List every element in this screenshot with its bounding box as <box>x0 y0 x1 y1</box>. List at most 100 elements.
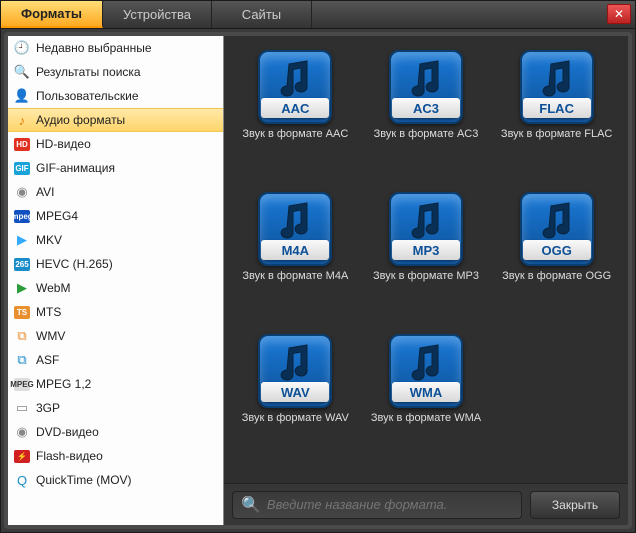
sidebar-item-wmv[interactable]: ⧉ WMV <box>8 324 223 348</box>
tab-bar: ФорматыУстройстваСайты ✕ <box>1 1 635 29</box>
close-button[interactable]: Закрыть <box>530 491 620 519</box>
sidebar-item-mts[interactable]: TS MTS <box>8 300 223 324</box>
format-item-wav[interactable]: WAV Звук в формате WAV <box>242 334 349 454</box>
tab-устройства[interactable]: Устройства <box>103 1 212 28</box>
format-item-ac3[interactable]: AC3 Звук в формате AC3 <box>374 50 479 170</box>
sidebar-item-3gp[interactable]: ▭ 3GP <box>8 396 223 420</box>
format-tile: M4A <box>258 192 332 266</box>
sidebar-item-label: GIF-анимация <box>36 161 115 175</box>
mpeg4-icon: mpeg <box>14 208 30 224</box>
sidebar-item-mpeg12[interactable]: MPEG MPEG 1,2 <box>8 372 223 396</box>
sidebar-item-search[interactable]: 🔍 Результаты поиска <box>8 60 223 84</box>
sidebar-item-webm[interactable]: ▶ WebM <box>8 276 223 300</box>
sidebar-item-label: ASF <box>36 353 59 367</box>
format-tile: AC3 <box>389 50 463 124</box>
format-description: Звук в формате AC3 <box>374 128 479 140</box>
tab-форматы[interactable]: Форматы <box>1 1 103 28</box>
sidebar-item-audio[interactable]: ♪ Аудио форматы <box>8 108 223 132</box>
content-panel: AAC Звук в формате AAC AC3 Звук в формате A… <box>224 36 628 525</box>
sidebar-item-label: Flash-видео <box>36 449 103 463</box>
sidebar-item-avi[interactable]: ◉AVI <box>8 180 223 204</box>
format-code-label: AC3 <box>392 98 460 118</box>
user-icon: 👤 <box>14 88 30 104</box>
format-item-aac[interactable]: AAC Звук в формате AAC <box>242 50 348 170</box>
sidebar-item-qt[interactable]: Q QuickTime (MOV) <box>8 468 223 492</box>
sidebar-item-label: MPEG 1,2 <box>36 377 91 391</box>
sidebar-item-label: Аудио форматы <box>36 113 125 127</box>
format-code-label: FLAC <box>523 98 591 118</box>
hd-icon: HD <box>14 136 30 152</box>
music-note-icon <box>404 56 448 100</box>
format-tile: AAC <box>258 50 332 124</box>
qt-icon: Q <box>14 472 30 488</box>
music-note-icon <box>273 198 317 242</box>
window-close-button[interactable]: ✕ <box>607 4 631 24</box>
main-area: 🕘 Недавно выбранные 🔍 Результаты поиска 👤 Пол… <box>4 32 632 529</box>
format-item-ogg[interactable]: OGG Звук в формате OGG <box>502 192 611 312</box>
wmv-icon: ⧉ <box>14 328 30 344</box>
close-icon: ✕ <box>614 7 624 21</box>
tab-сайты[interactable]: Сайты <box>212 1 312 28</box>
sidebar-item-label: HD-видео <box>36 137 91 151</box>
mpeg12-icon: MPEG <box>14 376 30 392</box>
format-code-label: WAV <box>261 382 329 402</box>
format-tile: FLAC <box>520 50 594 124</box>
format-description: Звук в формате AAC <box>242 128 348 140</box>
sidebar-item-hevc[interactable]: 265HEVC (H.265) <box>8 252 223 276</box>
format-description: Звук в формате OGG <box>502 270 611 282</box>
sidebar-item-hd[interactable]: HD HD-видео <box>8 132 223 156</box>
3gp-icon: ▭ <box>14 400 30 416</box>
format-tile: MP3 <box>389 192 463 266</box>
sidebar-item-label: WebM <box>36 281 70 295</box>
format-code-label: M4A <box>261 240 329 260</box>
dvd-icon: ◉ <box>14 424 30 440</box>
format-code-label: OGG <box>523 240 591 260</box>
format-code-label: AAC <box>261 98 329 118</box>
sidebar-item-gif[interactable]: GIFGIF-анимация <box>8 156 223 180</box>
sidebar-item-label: MPEG4 <box>36 209 78 223</box>
music-note-icon <box>535 56 579 100</box>
sidebar-item-mkv[interactable]: ▶ MKV <box>8 228 223 252</box>
sidebar-item-recent[interactable]: 🕘 Недавно выбранные <box>8 36 223 60</box>
mkv-icon: ▶ <box>14 232 30 248</box>
mts-icon: TS <box>14 304 30 320</box>
sidebar-item-mpeg4[interactable]: mpeg MPEG4 <box>8 204 223 228</box>
sidebar-item-label: 3GP <box>36 401 60 415</box>
sidebar-item-label: MTS <box>36 305 61 319</box>
format-description: Звук в формате WAV <box>242 412 349 424</box>
category-sidebar: 🕘 Недавно выбранные 🔍 Результаты поиска 👤 Пол… <box>8 36 224 525</box>
asf-icon: ⧉ <box>14 352 30 368</box>
sidebar-item-label: Пользовательские <box>36 89 139 103</box>
format-item-wma[interactable]: WMAЗвук в формате WMA <box>371 334 481 454</box>
flash-icon: ⚡ <box>14 448 30 464</box>
music-note-icon <box>404 198 448 242</box>
sidebar-item-flash[interactable]: ⚡ Flash-видео <box>8 444 223 468</box>
sidebar-item-user[interactable]: 👤 Пользовательские <box>8 84 223 108</box>
format-grid: AAC Звук в формате AAC AC3 Звук в формате A… <box>224 36 628 483</box>
footer-bar: 🔍 Закрыть <box>224 483 628 525</box>
audio-icon: ♪ <box>14 112 30 128</box>
music-note-icon <box>535 198 579 242</box>
format-item-flac[interactable]: FLACЗвук в формате FLAC <box>501 50 612 170</box>
format-description: Звук в формате M4A <box>242 270 348 282</box>
sidebar-item-label: QuickTime (MOV) <box>36 473 132 487</box>
format-tile: OGG <box>520 192 594 266</box>
sidebar-item-label: Недавно выбранные <box>36 41 152 55</box>
search-input[interactable] <box>267 497 513 512</box>
format-tile: WMA <box>389 334 463 408</box>
sidebar-item-label: MKV <box>36 233 62 247</box>
webm-icon: ▶ <box>14 280 30 296</box>
format-code-label: MP3 <box>392 240 460 260</box>
sidebar-item-dvd[interactable]: ◉DVD-видео <box>8 420 223 444</box>
music-note-icon <box>404 340 448 384</box>
format-code-label: WMA <box>392 382 460 402</box>
sidebar-item-label: Результаты поиска <box>36 65 141 79</box>
format-chooser-window: ФорматыУстройстваСайты ✕ 🕘 Недавно выбран… <box>0 0 636 533</box>
format-item-mp3[interactable]: MP3Звук в формате MP3 <box>373 192 479 312</box>
sidebar-item-label: WMV <box>36 329 65 343</box>
format-item-m4a[interactable]: M4A Звук в формате M4A <box>242 192 348 312</box>
search-icon: 🔍 <box>14 64 30 80</box>
recent-icon: 🕘 <box>14 40 30 56</box>
sidebar-item-asf[interactable]: ⧉ ASF <box>8 348 223 372</box>
search-box[interactable]: 🔍 <box>232 491 522 519</box>
